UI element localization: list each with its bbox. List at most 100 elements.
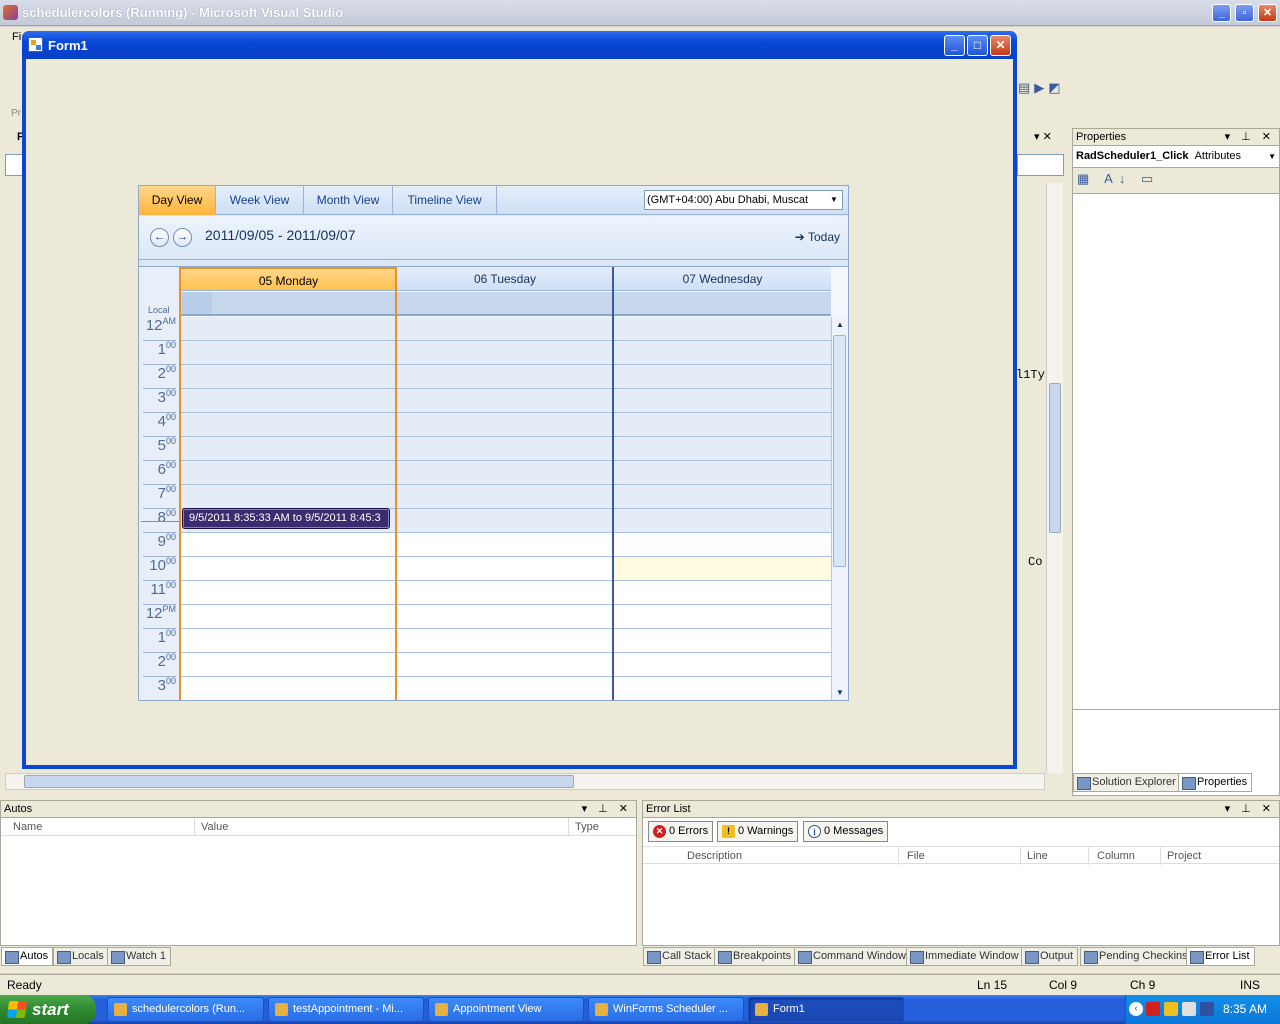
col-project[interactable]: Project (1161, 847, 1279, 865)
time-slot[interactable] (397, 437, 613, 461)
time-slot[interactable] (614, 509, 831, 533)
vs-restore-button[interactable]: ▫ (1235, 4, 1254, 22)
form-maximize-button[interactable]: □ (967, 35, 988, 56)
time-slot[interactable] (614, 437, 831, 461)
time-slot[interactable] (614, 317, 831, 341)
time-slot[interactable] (181, 581, 396, 605)
day-column-wednesday[interactable] (614, 317, 831, 700)
time-slot[interactable] (397, 389, 613, 413)
col-name[interactable]: Name (7, 818, 195, 836)
time-slot[interactable] (181, 557, 396, 581)
time-slot[interactable] (397, 317, 613, 341)
col-file[interactable]: File (901, 847, 1021, 865)
time-slot[interactable] (397, 413, 613, 437)
chevron-down-icon[interactable]: ▼ (826, 191, 842, 209)
pane-buttons[interactable]: ▾ ⊥ ✕ (582, 801, 632, 817)
time-slot[interactable] (614, 605, 831, 629)
task-testappointment[interactable]: testAppointment - Mi... (268, 997, 424, 1022)
tray-expand-icon[interactable]: ‹ (1129, 1002, 1143, 1016)
timezone-select[interactable]: (GMT+04:00) Abu Dhabi, Muscat ▼ (644, 190, 843, 210)
tab-output[interactable]: Output (1021, 947, 1079, 966)
antivirus-icon[interactable] (1146, 1002, 1160, 1016)
network-icon[interactable] (1182, 1002, 1196, 1016)
grid-vscrollbar[interactable]: ▲ ▼ (831, 317, 848, 700)
time-slot[interactable] (181, 437, 396, 461)
errors-filter-button[interactable]: ✕ 0 Errors (648, 821, 714, 842)
tab-command-window[interactable]: Command Window (794, 947, 911, 966)
col-description[interactable]: Description (681, 847, 899, 865)
time-slot[interactable] (614, 677, 831, 700)
day-column-tuesday[interactable] (397, 317, 613, 700)
tab-locals[interactable]: Locals (53, 947, 109, 966)
all-day-row[interactable] (181, 292, 831, 316)
time-slot[interactable] (181, 533, 396, 557)
task-winforms-scheduler[interactable]: WinForms Scheduler ... (588, 997, 744, 1022)
time-slot[interactable] (181, 653, 396, 677)
chevron-down-icon[interactable]: ▼ (1268, 146, 1276, 167)
time-slot[interactable] (181, 365, 396, 389)
time-slot[interactable] (181, 629, 396, 653)
start-button[interactable]: start (0, 995, 96, 1024)
time-slot[interactable] (397, 629, 613, 653)
vs-editor-combo-right[interactable] (1017, 154, 1064, 176)
scroll-down-icon[interactable]: ▼ (836, 688, 844, 697)
time-slot[interactable] (614, 653, 831, 677)
vs-close-button[interactable]: ✕ (1258, 4, 1277, 22)
time-slot[interactable] (397, 653, 613, 677)
vs-editor-combo-left[interactable] (5, 154, 23, 176)
warnings-filter-button[interactable]: ! 0 Warnings (717, 821, 799, 842)
task-form1[interactable]: Form1 (748, 997, 904, 1022)
time-slot[interactable] (397, 605, 613, 629)
vs-editor-pane-buttons[interactable]: ▾ ✕ (1034, 130, 1052, 143)
time-slot[interactable] (614, 413, 831, 437)
time-slot[interactable] (397, 365, 613, 389)
time-slot[interactable] (181, 461, 396, 485)
time-slot[interactable] (614, 461, 831, 485)
tab-month-view[interactable]: Month View (304, 186, 393, 215)
vs-menu-file[interactable]: Fi (12, 31, 21, 43)
tab-properties[interactable]: Properties (1178, 773, 1253, 792)
tab-pending-checkins[interactable]: Pending Checkins (1080, 947, 1193, 966)
vs-side-tab-2[interactable]: Pr (11, 108, 21, 119)
time-slot[interactable] (181, 485, 396, 509)
day-header-wednesday[interactable]: 07 Wednesday (614, 267, 831, 291)
time-slot[interactable] (397, 581, 613, 605)
messages-filter-button[interactable]: i0 Messages (803, 821, 889, 842)
tab-solution-explorer[interactable]: Solution Explorer (1073, 773, 1181, 792)
tab-watch1[interactable]: Watch 1 (107, 947, 171, 966)
tab-error-list[interactable]: Error List (1186, 947, 1255, 966)
time-slot[interactable] (181, 341, 396, 365)
tab-timeline-view[interactable]: Timeline View (393, 186, 497, 215)
time-slot[interactable] (614, 629, 831, 653)
time-slot[interactable] (181, 389, 396, 413)
time-slot[interactable] (397, 509, 613, 533)
next-arrow-icon[interactable]: → (173, 228, 192, 247)
time-slot[interactable] (614, 341, 831, 365)
day-header-tuesday[interactable]: 06 Tuesday (397, 267, 613, 291)
time-slot[interactable] (397, 461, 613, 485)
col-type[interactable]: Type (569, 818, 619, 836)
form-close-button[interactable]: ✕ (990, 35, 1011, 56)
vs-toolbar-icons[interactable]: ▤▶◩ (1018, 80, 1088, 100)
time-slot[interactable] (397, 677, 613, 700)
col-line[interactable]: Line (1021, 847, 1089, 865)
form1-title-bar[interactable]: Form1 _ □ ✕ (22, 31, 1017, 59)
time-slot[interactable] (614, 557, 831, 581)
time-slot[interactable] (397, 485, 613, 509)
time-slot[interactable] (181, 413, 396, 437)
properties-object-select[interactable]: RadScheduler1_Click Attributes ▼ (1073, 146, 1279, 168)
day-header-monday[interactable]: 05 Monday (181, 267, 396, 291)
pane-buttons[interactable]: ▾ ⊥ ✕ (1225, 801, 1275, 817)
tab-autos[interactable]: Autos (1, 947, 54, 966)
time-slot[interactable] (397, 557, 613, 581)
tab-week-view[interactable]: Week View (216, 186, 304, 215)
time-slot[interactable] (181, 317, 396, 341)
vs-minimize-button[interactable]: _ (1212, 4, 1231, 22)
time-slot[interactable] (181, 605, 396, 629)
time-slot[interactable] (614, 389, 831, 413)
security-shield-icon[interactable] (1164, 1002, 1178, 1016)
time-slot[interactable] (397, 533, 613, 557)
time-slot[interactable] (614, 485, 831, 509)
prev-arrow-icon[interactable]: ← (150, 228, 169, 247)
task-appointment-view[interactable]: Appointment View (428, 997, 584, 1022)
